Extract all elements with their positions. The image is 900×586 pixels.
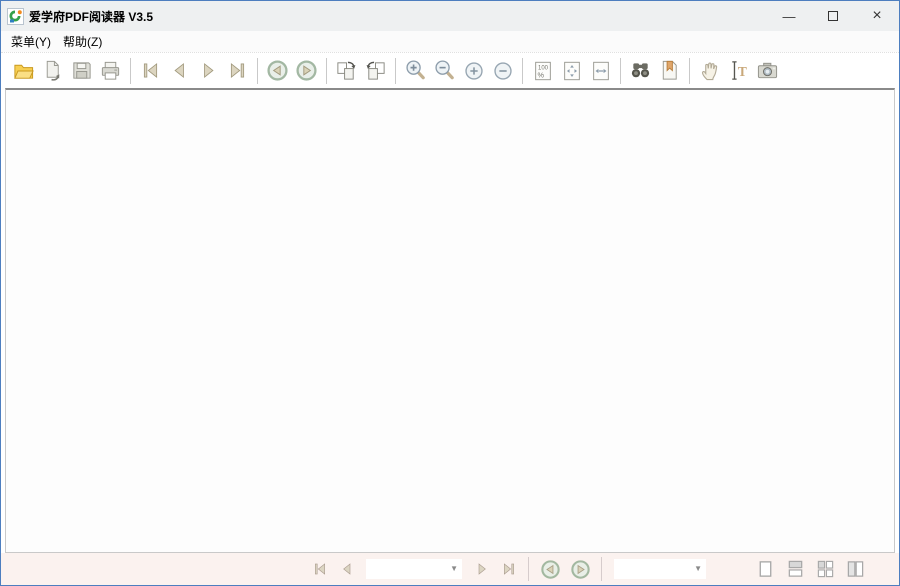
find-button[interactable] [626, 56, 655, 86]
print-icon [99, 59, 122, 82]
window-title: 爱学府PDF阅读器 V3.5 [29, 8, 767, 25]
next-page-icon [474, 561, 490, 577]
zoom-in-magnifier-icon [404, 59, 427, 82]
last-page-button[interactable] [223, 56, 252, 86]
close-document-button[interactable] [38, 56, 67, 86]
toolbar-separator [395, 58, 396, 84]
facing-view-icon [816, 560, 835, 578]
statusbar-forward-view-button[interactable] [565, 556, 595, 582]
title-bar: 爱学府PDF阅读器 V3.5 — × [1, 1, 899, 31]
bookmarks-button[interactable] [655, 56, 684, 86]
continuous-view-icon [786, 560, 805, 578]
first-page-icon [140, 60, 161, 81]
statusbar-separator [528, 557, 529, 581]
last-page-icon [501, 561, 517, 577]
close-button[interactable]: × [855, 1, 899, 31]
print-button[interactable] [96, 56, 125, 86]
last-page-icon [227, 60, 248, 81]
save-button[interactable] [67, 56, 96, 86]
zoom-in-marquee-button[interactable] [401, 56, 430, 86]
camera-icon [756, 59, 779, 82]
snapshot-button[interactable] [753, 56, 782, 86]
first-page-icon [312, 561, 328, 577]
statusbar-separator [601, 557, 602, 581]
statusbar-last-page-button[interactable] [495, 556, 522, 582]
zoom-out-magnifier-icon [433, 59, 456, 82]
toolbar: 100 % [1, 52, 899, 88]
chevron-down-icon: ▼ [694, 565, 702, 573]
close-icon: × [872, 7, 881, 25]
statusbar-next-page-button[interactable] [468, 556, 495, 582]
prev-page-button[interactable] [165, 56, 194, 86]
save-icon [70, 59, 93, 82]
page-number-combobox[interactable]: ▼ [366, 559, 462, 579]
back-view-button[interactable] [263, 56, 292, 86]
chevron-down-icon: ▼ [450, 565, 458, 573]
zoom-level-combobox[interactable]: ▼ [614, 559, 706, 579]
back-view-icon [266, 59, 289, 82]
menu-bar: 菜单(Y) 帮助(Z) [1, 31, 899, 52]
two-page-view-button[interactable] [840, 556, 870, 582]
prev-page-icon [169, 60, 190, 81]
minimize-icon: — [783, 9, 796, 24]
app-logo-icon [7, 8, 24, 25]
minimize-button[interactable]: — [767, 1, 811, 31]
forward-view-icon [295, 59, 318, 82]
open-button[interactable] [9, 56, 38, 86]
rotate-clockwise-button[interactable] [332, 56, 361, 86]
text-select-icon: T [727, 59, 750, 82]
close-document-icon [41, 59, 64, 82]
continuous-view-button[interactable] [780, 556, 810, 582]
fit-page-button[interactable] [557, 56, 586, 86]
single-page-view-icon [756, 560, 775, 578]
statusbar-first-page-button[interactable] [306, 556, 333, 582]
app-window: 爱学府PDF阅读器 V3.5 — × 菜单(Y) 帮助(Z) [0, 0, 900, 586]
actual-size-button[interactable]: 100 % [528, 56, 557, 86]
menu-item-main[interactable]: 菜单(Y) [5, 31, 57, 52]
statusbar-back-view-button[interactable] [535, 556, 565, 582]
open-folder-icon [12, 59, 35, 82]
toolbar-separator [130, 58, 131, 84]
maximize-icon [828, 11, 838, 21]
hand-icon [698, 59, 721, 82]
find-binoculars-icon [629, 59, 652, 82]
facing-view-button[interactable] [810, 556, 840, 582]
svg-text:T: T [738, 64, 747, 79]
actual-size-icon: 100 % [532, 60, 554, 82]
document-viewport [5, 88, 895, 553]
toolbar-separator [326, 58, 327, 84]
toolbar-separator [689, 58, 690, 84]
toolbar-separator [522, 58, 523, 84]
rotate-clockwise-icon [335, 59, 358, 82]
fit-page-icon [561, 60, 583, 82]
next-page-icon [198, 60, 219, 81]
svg-text:%: % [537, 70, 544, 79]
forward-view-button[interactable] [292, 56, 321, 86]
rotate-counterclockwise-icon [364, 59, 387, 82]
menu-item-help[interactable]: 帮助(Z) [57, 31, 108, 52]
statusbar-prev-page-button[interactable] [333, 556, 360, 582]
prev-page-icon [339, 561, 355, 577]
hand-tool-button[interactable] [695, 56, 724, 86]
zoom-out-marquee-button[interactable] [430, 56, 459, 86]
bookmark-page-icon [658, 59, 681, 82]
rotate-counterclockwise-button[interactable] [361, 56, 390, 86]
single-page-view-button[interactable] [750, 556, 780, 582]
fit-width-icon [590, 60, 612, 82]
zoom-out-button[interactable] [488, 56, 517, 86]
status-bar: ▼ ▼ [1, 553, 899, 585]
first-page-button[interactable] [136, 56, 165, 86]
zoom-out-icon [492, 60, 514, 82]
fit-width-button[interactable] [586, 56, 615, 86]
text-select-tool-button[interactable]: T [724, 56, 753, 86]
zoom-in-icon [463, 60, 485, 82]
back-view-icon [540, 559, 561, 580]
next-page-button[interactable] [194, 56, 223, 86]
forward-view-icon [570, 559, 591, 580]
two-page-view-icon [846, 560, 865, 578]
maximize-button[interactable] [811, 1, 855, 31]
toolbar-separator [620, 58, 621, 84]
zoom-in-button[interactable] [459, 56, 488, 86]
toolbar-separator [257, 58, 258, 84]
